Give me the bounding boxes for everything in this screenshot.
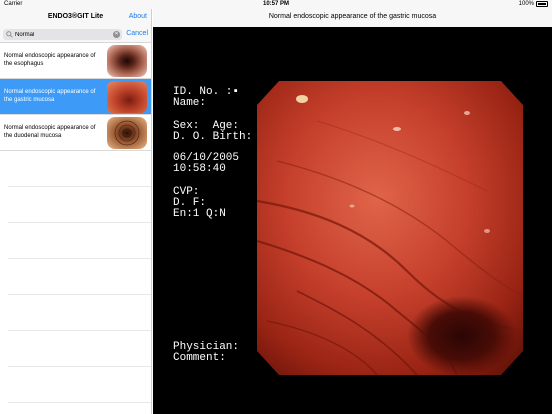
search-field[interactable]: ✕ <box>3 29 122 40</box>
overlay-comment: Comment: <box>173 352 226 364</box>
master-nav-bar: ENDO3®GIT Lite About <box>0 9 151 27</box>
battery-indicator: 100% <box>519 1 548 7</box>
list-item-duodenal[interactable]: Normal endoscopic appearance of the duod… <box>0 115 151 151</box>
clear-search-icon[interactable]: ✕ <box>113 31 120 38</box>
endoscopy-image[interactable]: ID. No. :▪ Name: Sex: Age: D. O. Birth: … <box>153 27 552 414</box>
search-input[interactable] <box>15 30 111 39</box>
search-bar: ✕ Cancel <box>0 27 151 43</box>
search-icon <box>6 31 13 38</box>
about-button[interactable]: About <box>129 13 147 20</box>
list-item-gastric[interactable]: Normal endoscopic appearance of the gast… <box>0 79 151 115</box>
empty-row <box>8 367 151 403</box>
detail-pane: Normal endoscopic appearance of the gast… <box>153 9 552 414</box>
battery-percent: 100% <box>518 1 534 7</box>
empty-row <box>8 187 151 223</box>
battery-icon <box>536 1 548 7</box>
status-bar: Carrier 10:57 PM 100% <box>0 0 552 9</box>
overlay-name: Name: <box>173 97 207 109</box>
list-item-esophagus[interactable]: Normal endoscopic appearance of the esop… <box>0 43 151 79</box>
empty-row <box>8 259 151 295</box>
cancel-button[interactable]: Cancel <box>126 30 148 37</box>
detail-title: Normal endoscopic appearance of the gast… <box>268 13 437 20</box>
empty-row <box>8 331 151 367</box>
clock: 10:57 PM <box>262 1 289 7</box>
list-item-label: Normal endoscopic appearance of the esop… <box>4 53 96 67</box>
list-item-label: Normal endoscopic appearance of the duod… <box>4 125 96 139</box>
empty-row <box>8 295 151 331</box>
list-item-label: Normal endoscopic appearance of the gast… <box>4 89 96 103</box>
esophagus-thumbnail <box>105 45 149 77</box>
overlay-time: 10:58:40 <box>173 163 226 175</box>
overlay-dob: D. O. Birth: <box>173 131 253 143</box>
ipad-screen: Carrier 10:57 PM 100% ENDO3®GIT Lite Abo… <box>0 0 552 414</box>
gastric-mucosa-picture <box>257 81 523 375</box>
detail-nav-bar: Normal endoscopic appearance of the gast… <box>153 9 552 27</box>
empty-row <box>8 151 151 187</box>
gastric-thumbnail <box>105 81 149 113</box>
overlay-en: En:1 Q:N <box>173 208 226 220</box>
master-pane: ENDO3®GIT Lite About ✕ Cancel Normal end… <box>0 9 152 414</box>
empty-row <box>8 223 151 259</box>
result-list: Normal endoscopic appearance of the esop… <box>0 43 151 403</box>
duodenal-thumbnail <box>105 117 149 149</box>
